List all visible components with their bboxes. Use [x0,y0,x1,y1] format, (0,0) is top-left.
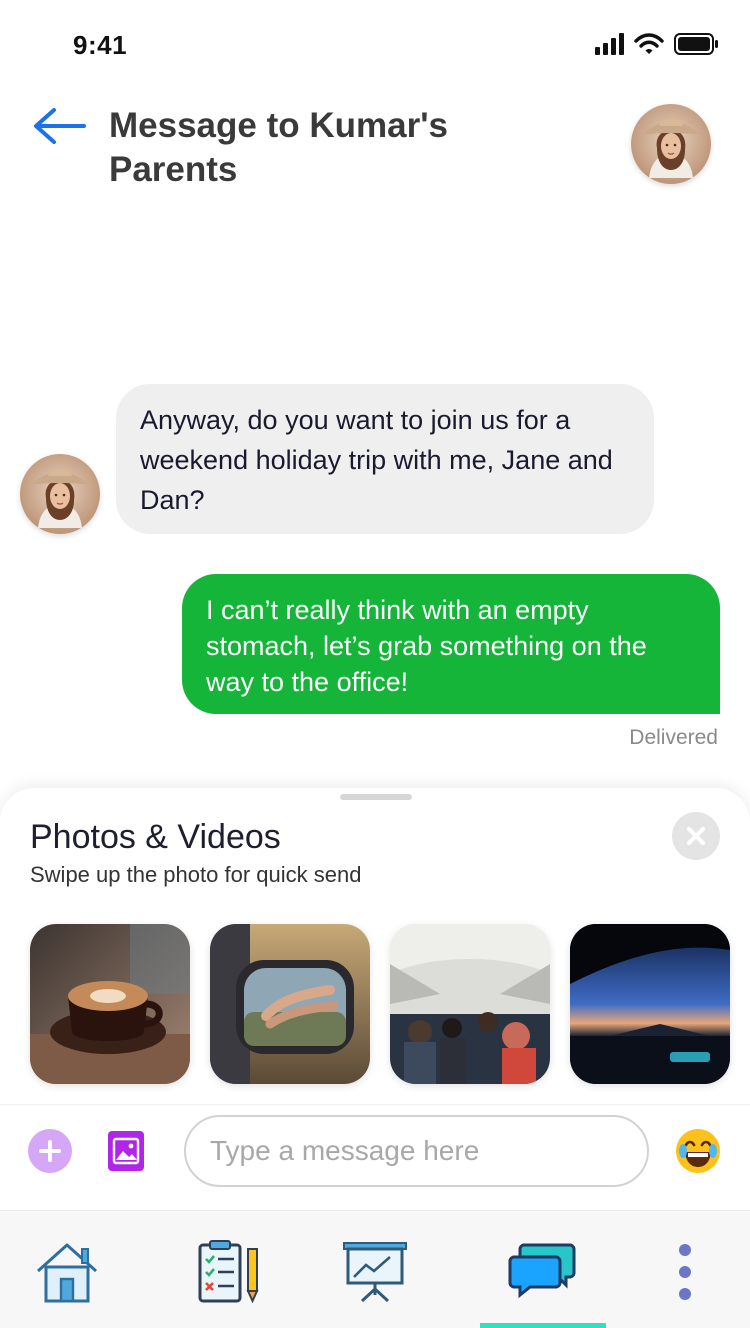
bottom-tab-bar [0,1210,750,1328]
delivery-status: Delivered [629,726,718,749]
more-icon[interactable] [650,1239,720,1305]
sheet-title: Photos & Videos [30,818,281,856]
sheet-subtitle: Swipe up the photo for quick send [30,862,362,887]
page-title: Message to Kumar's Parents [109,106,448,189]
wifi-icon [634,33,664,54]
coffee-cup-photo[interactable] [30,924,190,1084]
status-time: 9:41 [73,30,128,60]
gallery-icon[interactable] [108,1131,144,1171]
profile-avatar[interactable] [631,104,711,184]
checklist-icon[interactable] [194,1239,264,1305]
presentation-icon[interactable] [340,1239,410,1305]
battery-icon [674,33,718,55]
active-tab-indicator [480,1323,606,1328]
status-icons [595,32,720,56]
home-icon[interactable] [32,1239,102,1305]
status-bar: 9:41 [0,0,750,90]
message-composer [0,1104,750,1204]
close-sheet-button[interactable] [672,812,720,860]
outgoing-message-bubble: I can’t really think with an empty stoma… [182,574,720,714]
signal-icon [595,33,624,55]
emoji-icon[interactable] [674,1127,722,1175]
sender-avatar[interactable] [20,454,100,534]
message-input[interactable] [184,1115,649,1187]
car-mirror-photo[interactable] [210,924,370,1084]
incoming-message-bubble: Anyway, do you want to join us for a wee… [116,384,654,534]
back-arrow-icon[interactable] [30,104,90,148]
media-sheet: Photos & Videos Swipe up the photo for q… [0,788,750,1108]
chat-icon[interactable] [508,1239,578,1305]
airplane-cabin-photo[interactable] [390,924,550,1084]
night-road-photo[interactable] [570,924,730,1084]
sheet-drag-handle[interactable] [340,794,412,800]
photo-strip [30,924,730,1084]
add-attachment-button[interactable] [28,1129,72,1173]
